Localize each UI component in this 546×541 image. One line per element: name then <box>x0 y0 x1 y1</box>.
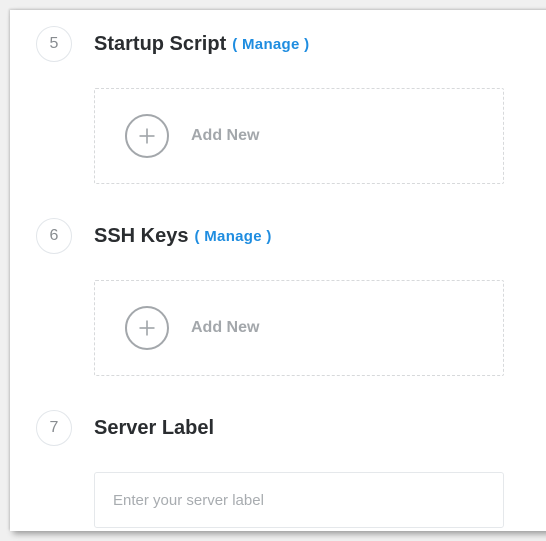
config-panel: 5 Startup Script ( Manage ) Add New 6 SS… <box>10 10 546 531</box>
add-ssh-key-button[interactable]: Add New <box>94 280 504 376</box>
step-number: 7 <box>36 410 72 446</box>
step-number: 5 <box>36 26 72 62</box>
section-header: 6 SSH Keys ( Manage ) <box>36 218 530 254</box>
section-ssh-keys: 6 SSH Keys ( Manage ) Add New <box>10 202 546 394</box>
section-title: Server Label <box>94 417 214 440</box>
add-new-label: Add New <box>191 319 259 337</box>
section-body: Add New <box>36 62 530 184</box>
step-number: 6 <box>36 218 72 254</box>
plus-icon <box>125 114 169 158</box>
manage-startup-link[interactable]: ( Manage ) <box>232 36 309 53</box>
add-startup-script-button[interactable]: Add New <box>94 88 504 184</box>
add-new-label: Add New <box>191 127 259 145</box>
section-title: Startup Script <box>94 33 226 56</box>
server-label-input[interactable] <box>94 472 504 528</box>
section-body: Add New <box>36 254 530 376</box>
section-title: SSH Keys <box>94 225 189 248</box>
section-server-label: 7 Server Label <box>10 394 546 531</box>
plus-icon <box>125 306 169 350</box>
section-body <box>36 446 530 528</box>
section-startup-script: 5 Startup Script ( Manage ) Add New <box>10 10 546 202</box>
section-header: 5 Startup Script ( Manage ) <box>36 26 530 62</box>
section-header: 7 Server Label <box>36 410 530 446</box>
manage-ssh-link[interactable]: ( Manage ) <box>195 228 272 245</box>
